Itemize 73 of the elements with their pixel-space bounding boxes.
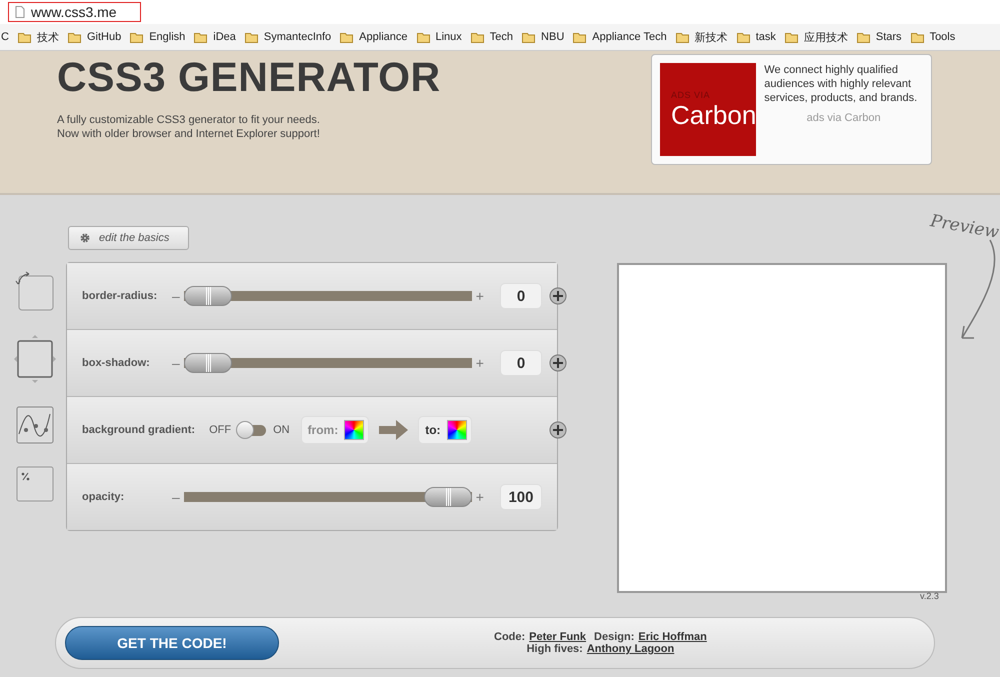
get-code-button[interactable]: GET THE CODE! [65, 626, 279, 660]
folder-icon [856, 32, 871, 42]
off-label: OFF [209, 424, 232, 436]
folder-icon [573, 32, 588, 42]
bookmark[interactable]: 新技术 [676, 30, 728, 44]
page-icon [15, 6, 25, 18]
control-label: box-shadow: [82, 357, 151, 369]
bookmark[interactable]: Stars [856, 31, 902, 43]
control-label: background gradient: [82, 424, 196, 436]
bookmark[interactable]: Appliance [340, 31, 408, 43]
bookmark[interactable]: NBU [522, 31, 564, 43]
plus-icon[interactable] [549, 287, 567, 305]
site-title: CSS3 GENERATOR [57, 53, 441, 101]
ad-text: We connect highly qualified audiences with highly relevant services, products, and brands. [764, 63, 918, 105]
rounded-corner-icon[interactable] [14, 270, 54, 312]
box-shadow-icon[interactable] [12, 334, 56, 384]
control-label: border-radius: [82, 290, 158, 302]
credit-link[interactable]: Eric Hoffman [638, 631, 707, 643]
arrow-icon [379, 419, 410, 441]
bookmark[interactable]: Appliance Tech [573, 31, 667, 43]
folder-icon [470, 32, 485, 42]
bookmark[interactable]: SymantecInfo [244, 31, 332, 43]
minus-sign[interactable]: – [172, 355, 180, 371]
value-field[interactable]: 0 [500, 283, 542, 309]
folder-icon [194, 32, 208, 42]
folder-icon [340, 32, 354, 42]
value-field[interactable]: 0 [500, 350, 542, 376]
tagline: A fully customizable CSS3 generator to fit your needs. [57, 113, 321, 127]
version-label: v.2.3 [920, 591, 939, 601]
opacity-icon[interactable] [16, 466, 54, 502]
folder-icon [736, 32, 751, 42]
tagline: Now with older browser and Internet Explorer support! [57, 127, 321, 141]
plus-icon[interactable] [549, 421, 567, 439]
to-color-picker[interactable]: to: [418, 416, 472, 444]
credit-link[interactable]: Anthony Lagoon [586, 643, 674, 655]
credit-link[interactable]: Peter Funk [529, 631, 586, 643]
folder-icon [416, 32, 430, 42]
carbon-logo[interactable]: ADS VIA Carbon [660, 63, 756, 156]
bookmark[interactable]: task [736, 31, 776, 43]
folder-icon [68, 32, 82, 42]
bookmark[interactable]: GitHub [68, 31, 122, 43]
slider-thumb[interactable] [424, 487, 472, 507]
control-label: opacity: [82, 491, 126, 503]
bookmark[interactable]: Linux [416, 31, 462, 43]
folder-icon [784, 32, 799, 42]
preview-label: Preview [928, 211, 1000, 243]
bookmark[interactable]: 应用技术 [784, 30, 848, 44]
folder-icon [244, 32, 259, 42]
address-field[interactable]: www.css3.me [8, 2, 141, 22]
edit-basics-button[interactable]: edit the basics [68, 226, 189, 250]
bookmark[interactable]: English [130, 31, 186, 43]
folder-icon [910, 32, 925, 42]
minus-sign[interactable]: – [172, 288, 180, 304]
bookmark[interactable]: iDea [194, 31, 236, 43]
credit-label: Code: [494, 631, 526, 643]
bookmark[interactable]: Tools [910, 31, 956, 43]
credit-label: High fives: [526, 643, 583, 655]
gear-icon [79, 232, 91, 244]
folder-icon [676, 32, 690, 42]
credit-label: Design: [594, 631, 634, 643]
value-field[interactable]: 100 [500, 484, 542, 510]
folder-icon [18, 32, 32, 42]
folder-icon [522, 32, 536, 42]
slider-thumb[interactable] [184, 286, 232, 306]
folder-icon [130, 32, 144, 42]
slider-thumb[interactable] [184, 353, 232, 373]
minus-sign[interactable]: – [172, 489, 180, 505]
gradient-icon[interactable] [16, 406, 54, 444]
plus-icon[interactable] [549, 354, 567, 372]
bookmark[interactable]: C [1, 31, 9, 43]
bookmark[interactable]: 技术 [18, 30, 59, 44]
bookmark[interactable]: Tech [470, 31, 514, 43]
on-label: ON [273, 424, 290, 436]
